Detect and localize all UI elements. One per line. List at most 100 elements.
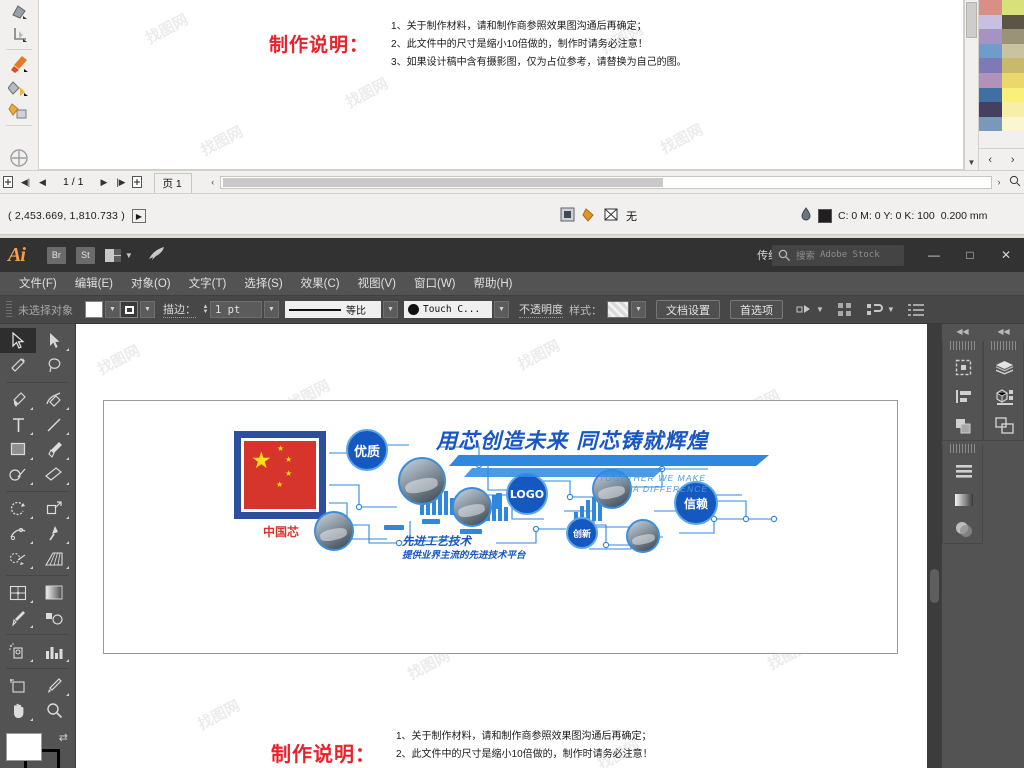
- rectangle-tool[interactable]: [0, 437, 36, 462]
- direct-selection-tool[interactable]: [36, 328, 72, 353]
- previous-page-button[interactable]: ◀: [34, 172, 51, 192]
- swap-fill-stroke-icon[interactable]: ⇄: [59, 731, 68, 744]
- paintbrush-tool[interactable]: [36, 437, 72, 462]
- menu-window[interactable]: 窗口(W): [405, 272, 465, 296]
- free-transform-tool[interactable]: [36, 521, 72, 546]
- add-page-start-button[interactable]: [0, 172, 17, 192]
- eyedropper-tool[interactable]: [0, 605, 36, 630]
- stroke-weight-stepper[interactable]: ▲ ▼: [201, 304, 210, 315]
- chevron-down-icon[interactable]: ▼: [816, 305, 824, 314]
- page-tab-1[interactable]: 页 1: [154, 173, 192, 193]
- brush-dropdown-icon[interactable]: ▼: [494, 301, 509, 318]
- scroll-right-arrow[interactable]: ›: [992, 177, 1006, 187]
- magic-wand-tool[interactable]: [0, 353, 36, 378]
- blend-tool[interactable]: [36, 605, 72, 630]
- stroke-dropdown-icon[interactable]: ▼: [140, 301, 155, 318]
- layers-panel-icon[interactable]: [984, 353, 1024, 382]
- horizontal-scrollbar[interactable]: ‹ ›: [206, 175, 1024, 190]
- artboard-tool[interactable]: [0, 673, 36, 698]
- column-graph-tool[interactable]: [36, 639, 72, 664]
- transform-panel-icon[interactable]: [984, 411, 1024, 440]
- illustrator-toolbar[interactable]: ⇄: [0, 324, 76, 768]
- interactive-fill-tool[interactable]: [4, 76, 34, 99]
- coreldraw-canvas[interactable]: 找图网 找图网 找图网 找图网 找图网 制作说明： 1、关于制作材料，请和制作商…: [39, 0, 964, 170]
- control-bar-grip[interactable]: [6, 300, 12, 319]
- coreldraw-page-navigator[interactable]: ◀| ◀ 1 / 1 ▶ |▶ 页 1 ‹ ›: [0, 170, 1024, 194]
- fill-color-swatch[interactable]: [85, 301, 103, 318]
- scrollbar-thumb[interactable]: [930, 569, 939, 603]
- smart-fill-tool[interactable]: [4, 99, 34, 122]
- palette-swatch[interactable]: [979, 43, 1002, 59]
- palette-swatch-grid[interactable]: [978, 0, 1024, 148]
- gradient-panel-icon[interactable]: [943, 485, 984, 514]
- artboard[interactable]: ★ ★ ★ ★ ★ 中国芯 优质 LOGO 创新 信赖 用芯创造未来 同芯铸就辉…: [103, 400, 898, 654]
- palette-swatch[interactable]: [1001, 14, 1024, 30]
- line-segment-tool[interactable]: [36, 412, 72, 437]
- stroke-profile-select[interactable]: 等比: [285, 301, 381, 318]
- libraries-panel-icon[interactable]: [943, 456, 984, 485]
- scroll-left-arrow[interactable]: ‹: [206, 177, 220, 187]
- maximize-button[interactable]: □: [952, 238, 988, 272]
- align-objects-icon[interactable]: [836, 301, 854, 319]
- scrollbar-track[interactable]: [219, 175, 992, 189]
- palette-swatch[interactable]: [979, 29, 1002, 44]
- symbol-sprayer-tool[interactable]: [0, 639, 36, 664]
- stroke-weight-dropdown-icon[interactable]: ▼: [264, 301, 279, 318]
- menu-select[interactable]: 选择(S): [235, 272, 291, 296]
- collapse-panels-icon-2[interactable]: ◀◀: [983, 324, 1024, 338]
- type-tool[interactable]: [0, 412, 36, 437]
- style-dropdown-icon[interactable]: ▼: [631, 301, 646, 318]
- palette-swatch[interactable]: [979, 87, 1002, 103]
- brush-definition-select[interactable]: Touch C...: [404, 301, 492, 318]
- palette-swatch[interactable]: [1001, 87, 1024, 103]
- menu-type[interactable]: 文字(T): [180, 272, 236, 296]
- scrollbar-thumb[interactable]: [966, 2, 977, 38]
- shaper-tool[interactable]: [0, 462, 36, 487]
- preferences-button[interactable]: 首选项: [730, 300, 783, 319]
- stroke-color-swatch[interactable]: [120, 301, 138, 318]
- coreldraw-color-palette[interactable]: ‹ ›: [978, 0, 1024, 170]
- menu-view[interactable]: 视图(V): [349, 272, 405, 296]
- fill-stroke-control[interactable]: ⇄: [6, 732, 68, 768]
- pathfinder-panel-icon[interactable]: [943, 411, 984, 440]
- first-page-button[interactable]: ◀|: [17, 172, 34, 192]
- palette-swatch[interactable]: [1001, 29, 1024, 44]
- palette-swatch[interactable]: [979, 116, 1002, 132]
- panel-grip[interactable]: [990, 341, 1017, 350]
- eraser-tool[interactable]: [36, 462, 72, 487]
- no-fill-icon[interactable]: [604, 207, 619, 225]
- selection-tool[interactable]: [0, 328, 36, 353]
- document-setup-button[interactable]: 文档设置: [656, 300, 720, 319]
- palette-nav[interactable]: ‹ ›: [978, 148, 1024, 170]
- palette-swatch[interactable]: [1001, 0, 1024, 15]
- zoom-icon[interactable]: [1006, 175, 1024, 190]
- minimize-button[interactable]: —: [916, 238, 952, 272]
- illustrator-menu-bar[interactable]: 文件(F) 编辑(E) 对象(O) 文字(T) 选择(S) 效果(C) 视图(V…: [0, 272, 1024, 296]
- shape-builder-tool[interactable]: [0, 546, 36, 571]
- palette-swatch[interactable]: [979, 72, 1002, 88]
- pen-tool[interactable]: [0, 387, 36, 412]
- curvature-tool[interactable]: [36, 387, 72, 412]
- collapse-panels-icon[interactable]: ◀◀: [942, 324, 983, 338]
- scrollbar-thumb[interactable]: [222, 177, 663, 187]
- document-vertical-scrollbar[interactable]: [927, 324, 941, 768]
- lasso-tool[interactable]: [36, 353, 72, 378]
- bridge-button[interactable]: Br: [46, 246, 66, 264]
- palette-swatch[interactable]: [979, 102, 1002, 117]
- coordinates-expand-button[interactable]: ▶: [131, 209, 146, 223]
- palette-next-icon[interactable]: ›: [1011, 154, 1015, 166]
- transparency-panel-icon[interactable]: [943, 514, 984, 543]
- pathfinder-icon[interactable]: [866, 301, 884, 319]
- menu-help[interactable]: 帮助(H): [465, 272, 522, 296]
- panel-grip[interactable]: [949, 444, 976, 453]
- stock-button[interactable]: St: [75, 246, 95, 264]
- eyedropper-tool[interactable]: [4, 53, 34, 76]
- options-menu-icon[interactable]: [907, 301, 925, 319]
- menu-effect[interactable]: 效果(C): [292, 272, 349, 296]
- menu-file[interactable]: 文件(F): [10, 272, 66, 296]
- opacity-label[interactable]: 不透明度: [519, 301, 563, 318]
- outline-color-swatch[interactable]: [818, 209, 832, 223]
- perspective-grid-tool[interactable]: [36, 546, 72, 571]
- graphic-style-swatch[interactable]: [607, 301, 629, 318]
- palette-prev-icon[interactable]: ‹: [988, 154, 992, 166]
